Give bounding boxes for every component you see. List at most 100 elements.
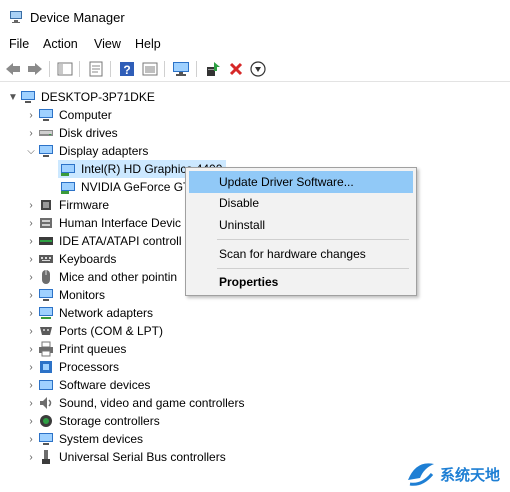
- chevron-right-icon[interactable]: ›: [24, 286, 38, 304]
- chevron-right-icon[interactable]: ›: [24, 412, 38, 430]
- chevron-right-icon[interactable]: ›: [24, 232, 38, 250]
- menu-bar: File Action View Help: [0, 34, 510, 54]
- chevron-right-icon[interactable]: ›: [24, 124, 38, 142]
- forward-icon[interactable]: [26, 60, 44, 78]
- tree-item-processors[interactable]: › Processors: [24, 358, 119, 376]
- context-uninstall[interactable]: Uninstall: [189, 214, 413, 236]
- tree-item-ide-ata-atapi[interactable]: › IDE ATA/ATAPI controll: [24, 232, 181, 250]
- tree-item-nvidia-geforce[interactable]: NVIDIA GeForce GT: [58, 178, 190, 196]
- tree-item-human-interface-devices[interactable]: › Human Interface Devic: [24, 214, 181, 232]
- port-icon: [40, 327, 52, 335]
- download-icon[interactable]: [249, 60, 267, 78]
- tree-item-label: Disk drives: [59, 126, 118, 140]
- chevron-right-icon[interactable]: ›: [24, 214, 38, 232]
- hid-icon: [40, 218, 52, 228]
- tree-item-system-devices[interactable]: › System devices: [24, 430, 143, 448]
- context-separator: [217, 239, 409, 240]
- tree-item-label: Computer: [59, 108, 112, 122]
- context-properties[interactable]: Properties: [189, 271, 413, 293]
- properties-icon[interactable]: [87, 60, 105, 78]
- chevron-right-icon[interactable]: ›: [24, 304, 38, 322]
- context-separator: [217, 268, 409, 269]
- toolbar-separator: [79, 61, 80, 77]
- chevron-right-icon[interactable]: ›: [24, 268, 38, 286]
- tree-item-monitors[interactable]: › Monitors: [24, 286, 105, 304]
- context-disable[interactable]: Disable: [189, 192, 413, 214]
- display-adapter-icon: [39, 145, 53, 157]
- tree-item-label: Network adapters: [59, 306, 154, 320]
- tree-root-label: DESKTOP-3P71DKE: [41, 90, 155, 104]
- tree-item-label: Processors: [59, 360, 120, 374]
- tree-item-label: IDE ATA/ATAPI controll: [59, 234, 182, 248]
- tree-item-firmware[interactable]: › Firmware: [24, 196, 109, 214]
- watermark-logo-icon: [408, 463, 434, 486]
- svg-text:?: ?: [123, 63, 130, 77]
- speaker-icon: [40, 397, 52, 409]
- computer-icon: [21, 91, 35, 103]
- back-icon[interactable]: [4, 60, 22, 78]
- system-device-icon: [39, 433, 53, 445]
- menu-view[interactable]: View: [94, 37, 121, 51]
- expand-arrow-icon[interactable]: ▼: [6, 88, 20, 106]
- tree-item-display-adapters[interactable]: ⌵ Display adapters: [24, 142, 148, 160]
- chevron-down-icon[interactable]: ⌵: [24, 142, 38, 160]
- chevron-right-icon[interactable]: ›: [24, 358, 38, 376]
- show-hide-tree-icon[interactable]: [56, 60, 74, 78]
- chevron-right-icon[interactable]: ›: [24, 322, 38, 340]
- view-icon[interactable]: [141, 60, 159, 78]
- window-title: Device Manager: [30, 10, 125, 25]
- keyboard-icon: [39, 255, 53, 263]
- tree-item-label: Human Interface Devic: [59, 216, 182, 230]
- toolbar-separator: [196, 61, 197, 77]
- tree-item-label: Mice and other pointin: [59, 270, 178, 284]
- chevron-right-icon[interactable]: ›: [24, 448, 38, 466]
- processor-icon: [40, 361, 52, 373]
- firmware-icon: [41, 200, 51, 210]
- tree-item-usb-controllers[interactable]: › Universal Serial Bus controllers: [24, 448, 226, 466]
- context-update-driver[interactable]: Update Driver Software...: [189, 171, 413, 193]
- menu-file[interactable]: File: [9, 37, 29, 51]
- mouse-icon: [42, 270, 50, 284]
- ide-controller-icon: [39, 237, 53, 245]
- title-bar: Device Manager: [0, 0, 510, 34]
- tree-item-keyboards[interactable]: › Keyboards: [24, 250, 116, 268]
- disk-drive-icon: [39, 130, 53, 136]
- tree-root[interactable]: ▼ DESKTOP-3P71DKE: [6, 88, 155, 106]
- tree-item-label: Print queues: [59, 342, 127, 356]
- network-adapter-icon: [39, 307, 53, 319]
- uninstall-icon[interactable]: [227, 60, 245, 78]
- tree-item-sound-video-game[interactable]: › Sound, video and game controllers: [24, 394, 244, 412]
- menu-help[interactable]: Help: [135, 37, 161, 51]
- tree-item-ports[interactable]: › Ports (COM & LPT): [24, 322, 163, 340]
- tree-item-label: System devices: [59, 432, 144, 446]
- tree-item-storage-controllers[interactable]: › Storage controllers: [24, 412, 160, 430]
- help-icon[interactable]: ?: [118, 60, 136, 78]
- tree-item-disk-drives[interactable]: › Disk drives: [24, 124, 118, 142]
- printer-icon: [39, 341, 53, 357]
- chevron-right-icon[interactable]: ›: [24, 106, 38, 124]
- watermark-text: 系统天地: [440, 467, 501, 484]
- tree-item-label: Sound, video and game controllers: [59, 396, 245, 410]
- tree-item-label: Storage controllers: [59, 414, 160, 428]
- software-device-icon: [39, 380, 53, 390]
- tree-item-label: Software devices: [59, 378, 151, 392]
- chevron-right-icon[interactable]: ›: [24, 340, 38, 358]
- tree-item-network-adapters[interactable]: › Network adapters: [24, 304, 153, 322]
- usb-icon: [42, 450, 50, 464]
- tree-item-label: Universal Serial Bus controllers: [59, 450, 226, 464]
- tree-item-software-devices[interactable]: › Software devices: [24, 376, 150, 394]
- context-scan-hardware[interactable]: Scan for hardware changes: [189, 243, 413, 265]
- chevron-right-icon[interactable]: ›: [24, 376, 38, 394]
- graphics-card-icon: [61, 164, 75, 176]
- chevron-right-icon[interactable]: ›: [24, 430, 38, 448]
- menu-action[interactable]: Action: [43, 37, 78, 51]
- tree-item-mice[interactable]: › Mice and other pointin: [24, 268, 177, 286]
- tree-item-computer[interactable]: › Computer: [24, 106, 112, 124]
- chevron-right-icon[interactable]: ›: [24, 196, 38, 214]
- context-menu: Update Driver Software... Disable Uninst…: [185, 167, 417, 296]
- update-driver-icon[interactable]: [204, 60, 222, 78]
- monitor-icon[interactable]: [172, 60, 190, 78]
- tree-item-print-queues[interactable]: › Print queues: [24, 340, 126, 358]
- chevron-right-icon[interactable]: ›: [24, 250, 38, 268]
- chevron-right-icon[interactable]: ›: [24, 394, 38, 412]
